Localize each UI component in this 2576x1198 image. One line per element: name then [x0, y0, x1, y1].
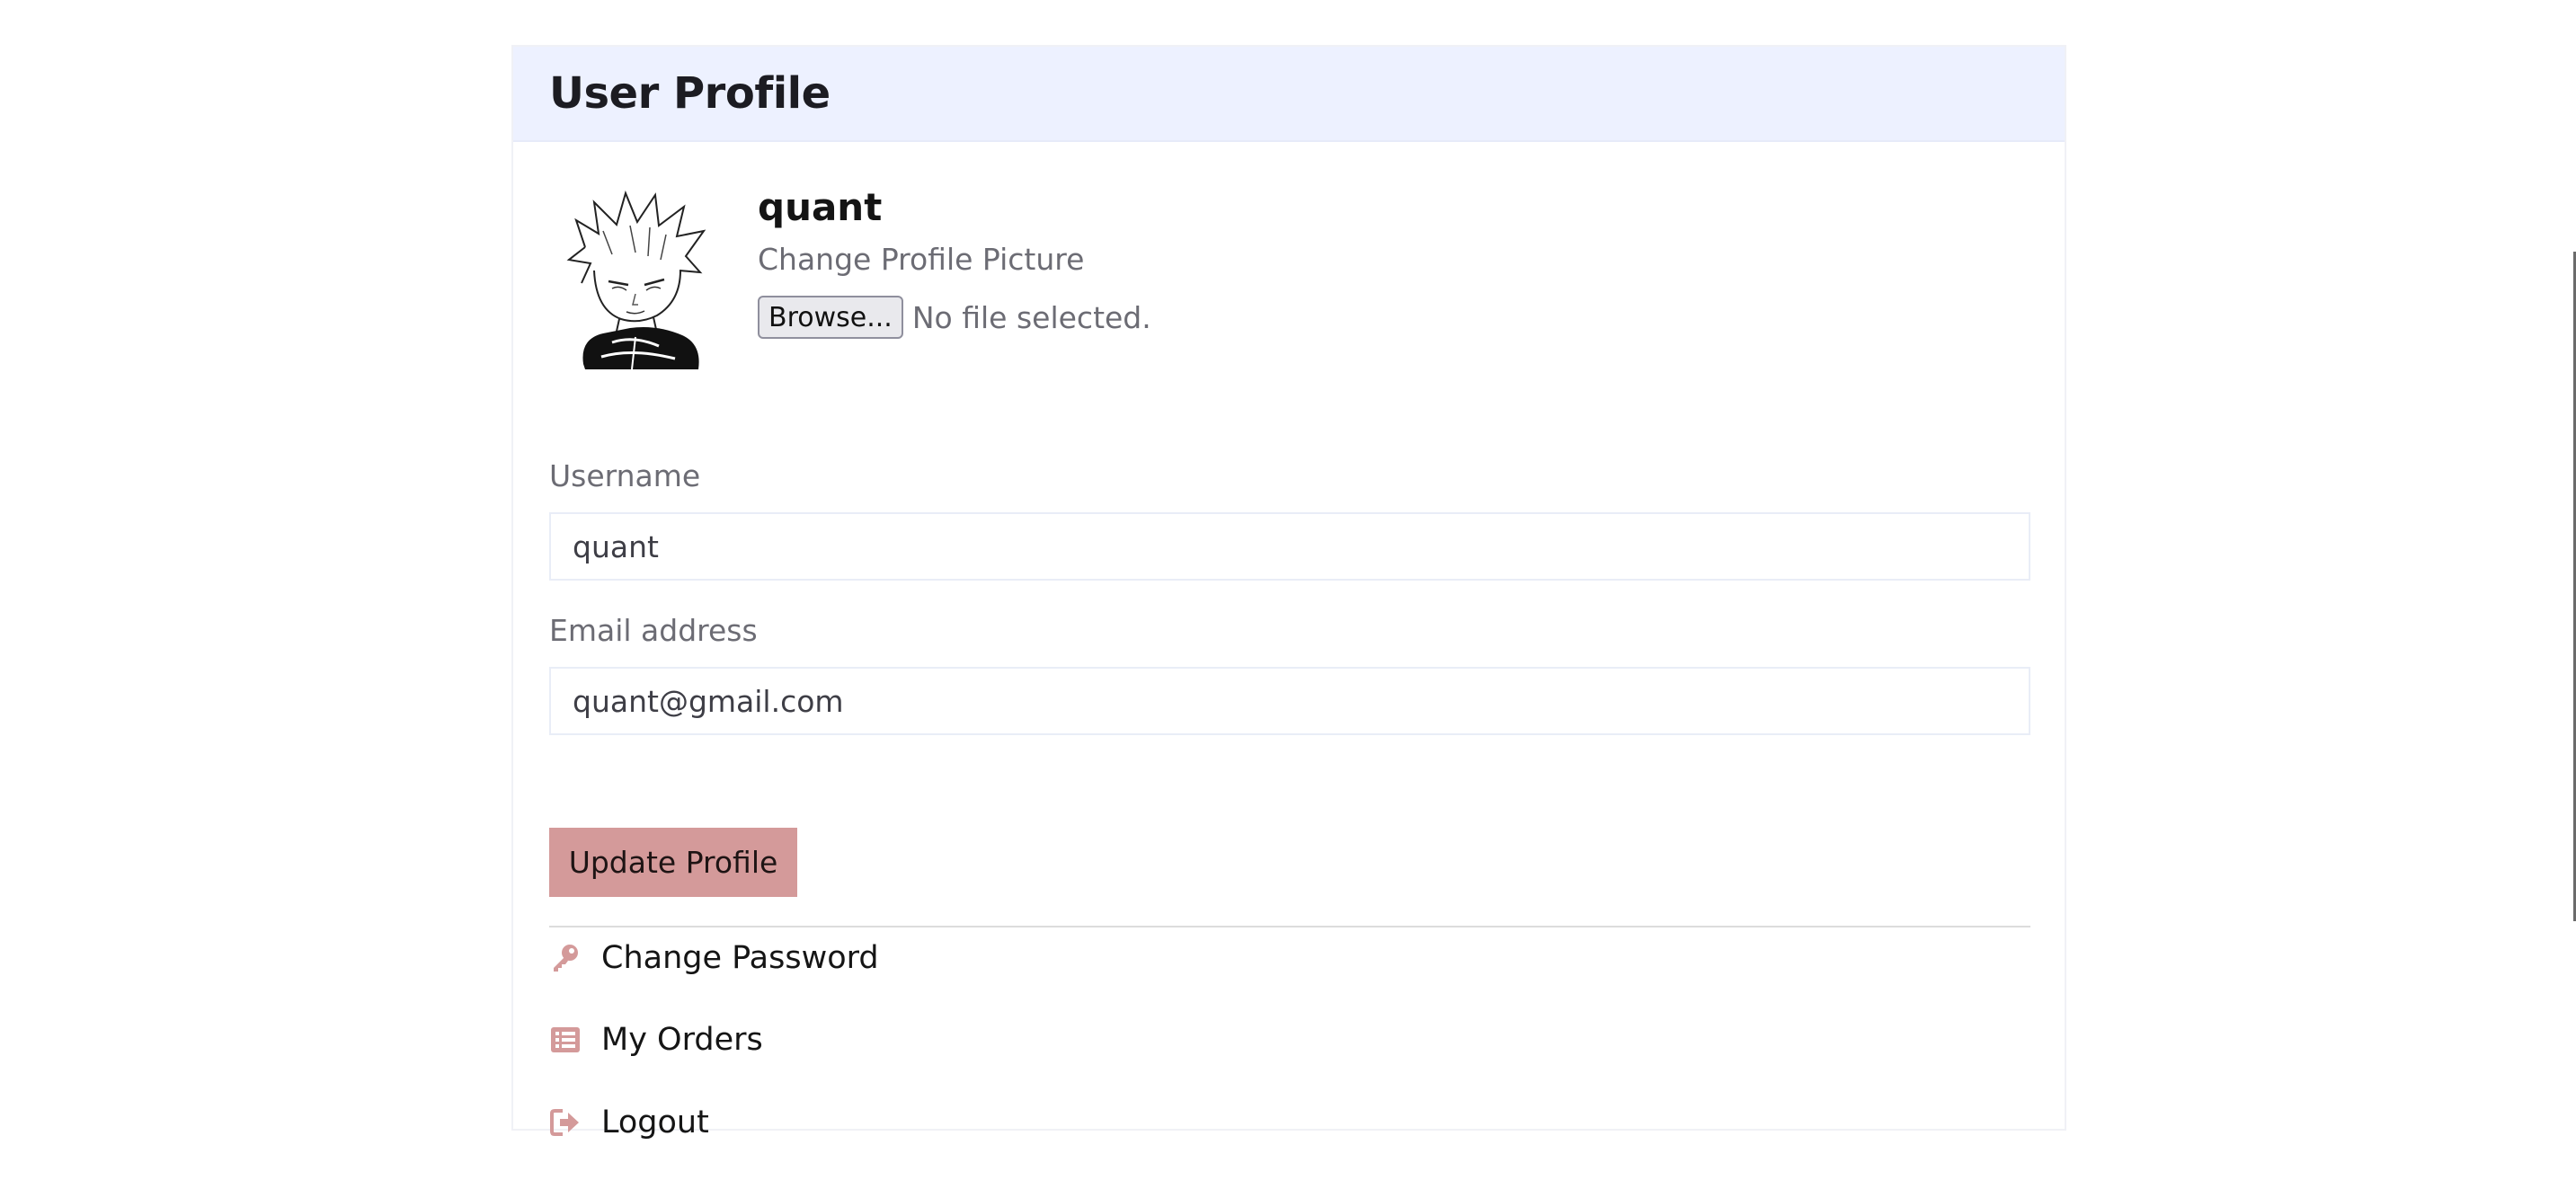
username-label: Username: [549, 458, 701, 493]
email-field[interactable]: [549, 667, 2030, 735]
avatar-illustration: [549, 184, 720, 370]
menu-item-my-orders[interactable]: My Orders: [549, 1022, 763, 1058]
divider: [549, 926, 2030, 927]
change-picture-label: Change Profile Picture: [758, 242, 1085, 277]
browse-button[interactable]: Browse...: [758, 296, 903, 339]
profile-card: User Profile quant Change Profile Pictur…: [511, 45, 2066, 1140]
profile-username: quant: [758, 185, 883, 229]
page-title: User Profile: [549, 68, 831, 119]
file-status-text: No file selected.: [911, 299, 1151, 335]
email-label: Email address: [549, 613, 758, 648]
menu-item-label: My Orders: [601, 1022, 763, 1058]
profile-summary: quant Change Profile Picture Browse... N…: [549, 184, 1151, 370]
card-header: User Profile: [513, 47, 2065, 142]
username-field[interactable]: [549, 512, 2030, 581]
profile-info: quant Change Profile Picture Browse... N…: [758, 184, 1151, 370]
menu-item-label: Logout: [601, 1105, 709, 1140]
file-picker: Browse... No file selected.: [758, 296, 1151, 339]
menu-item-label: Change Password: [601, 940, 879, 976]
logout-icon: [549, 1106, 582, 1139]
key-icon: [549, 942, 582, 974]
avatar: [549, 184, 720, 370]
update-profile-button[interactable]: Update Profile: [549, 828, 797, 897]
menu-item-logout[interactable]: Logout: [549, 1105, 709, 1140]
menu-item-change-password[interactable]: Change Password: [549, 940, 879, 976]
list-icon: [549, 1024, 582, 1056]
